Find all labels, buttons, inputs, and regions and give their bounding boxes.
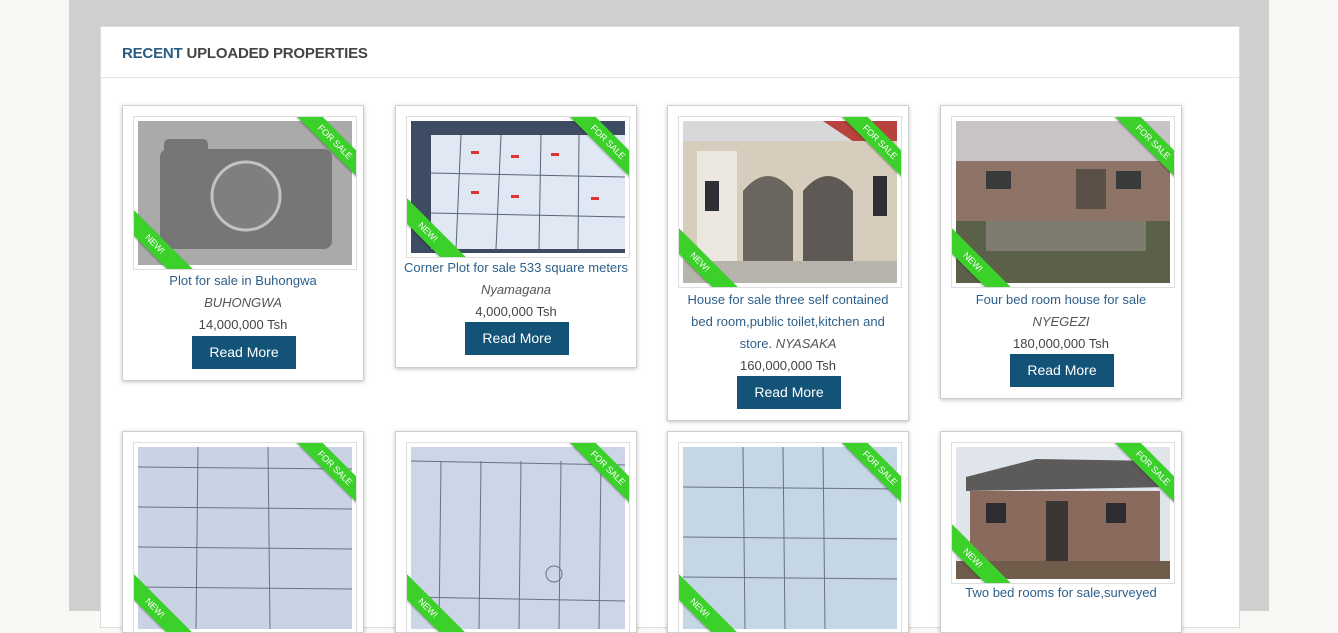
panel-heading: RECENT UPLOADED PROPERTIES	[101, 27, 1239, 78]
property-title-text[interactable]: Plot for sale in Buhongwa	[169, 273, 316, 288]
property-price: 180,000,000 Tsh	[1013, 336, 1109, 351]
survey-map-icon	[138, 447, 352, 629]
house-icon	[956, 121, 1170, 283]
read-more-button[interactable]: Read More	[737, 376, 841, 409]
house-icon	[683, 121, 897, 283]
heading-accent: RECENT	[122, 45, 183, 62]
property-image-frame[interactable]: FOR SALE NEW!	[133, 442, 357, 632]
plot-map-icon	[411, 121, 625, 253]
property-card: FOR SALE NEW! House for sale three self …	[667, 105, 909, 421]
house-image	[956, 447, 1170, 579]
property-card: FOR SALE NEW!	[395, 431, 637, 633]
property-price: 160,000,000 Tsh	[740, 358, 836, 373]
property-card: FOR SALE NEW!	[122, 431, 364, 633]
camera-placeholder-image	[138, 121, 352, 265]
house-image	[956, 121, 1170, 283]
survey-map-image	[138, 447, 352, 629]
property-image-frame[interactable]: FOR SALE NEW!	[678, 116, 902, 288]
plot-map-image	[411, 121, 625, 253]
property-title[interactable]: Plot for sale in Buhongwa	[131, 270, 355, 292]
property-image-frame[interactable]: FOR SALE NEW!	[406, 116, 630, 258]
survey-map-image	[683, 447, 897, 629]
property-price: 4,000,000 Tsh	[475, 304, 557, 319]
property-title-text[interactable]: Four bed room house for sale	[976, 292, 1147, 307]
property-location: NYEGEZI	[1032, 314, 1090, 329]
property-card: FOR SALE NEW! Corner Plot for sale 533 s…	[395, 105, 637, 368]
read-more-button[interactable]: Read More	[1010, 354, 1114, 387]
heading-rest: UPLOADED PROPERTIES	[182, 45, 368, 62]
property-card: FOR SALE NEW!	[667, 431, 909, 633]
property-card: FOR SALE NEW! Two bed rooms for sale,sur…	[940, 431, 1182, 633]
property-image-frame[interactable]: FOR SALE NEW!	[678, 442, 902, 632]
property-location: Nyamagana	[480, 282, 552, 297]
property-card: FOR SALE NEW! Four bed room house for sa…	[940, 105, 1182, 399]
camera-icon	[160, 139, 332, 249]
house-icon	[956, 447, 1170, 579]
property-title[interactable]: House for sale three self contained bed …	[676, 289, 900, 355]
property-title[interactable]: Corner Plot for sale 533 square meters N…	[404, 257, 628, 301]
property-location: BUHONGWA	[204, 295, 282, 310]
property-title-text[interactable]: Two bed rooms for sale,surveyed	[965, 585, 1156, 600]
property-location: NYASAKA	[775, 336, 837, 351]
survey-map-image	[411, 447, 625, 629]
property-card: FOR SALE NEW! Plot for sale in Buhongwa …	[122, 105, 364, 381]
property-image-frame[interactable]: FOR SALE NEW!	[406, 442, 630, 632]
house-image	[683, 121, 897, 283]
property-title[interactable]: Four bed room house for sale	[949, 289, 1173, 311]
property-image-frame[interactable]: FOR SALE NEW!	[951, 442, 1175, 584]
survey-map-icon	[683, 447, 897, 629]
property-price: 14,000,000 Tsh	[198, 317, 288, 332]
property-image-frame[interactable]: FOR SALE NEW!	[133, 116, 357, 270]
survey-map-icon	[411, 460, 625, 629]
property-title-text[interactable]: Corner Plot for sale 533 square meters	[404, 260, 628, 275]
property-title[interactable]: Two bed rooms for sale,surveyed	[949, 582, 1173, 604]
read-more-button[interactable]: Read More	[192, 336, 296, 369]
property-image-frame[interactable]: FOR SALE NEW!	[951, 116, 1175, 288]
read-more-button[interactable]: Read More	[465, 322, 569, 355]
